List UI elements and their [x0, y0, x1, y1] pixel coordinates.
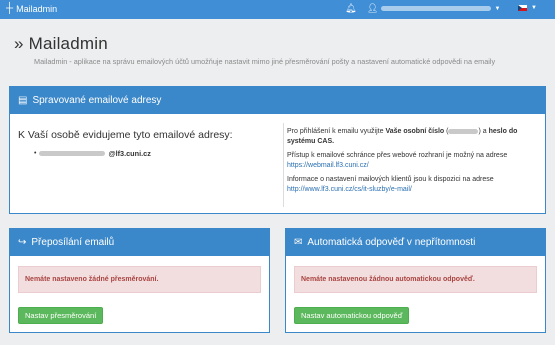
redacted-user-name — [381, 6, 492, 11]
info-column: Pro přihlášení k emailu využijte Vaše os… — [287, 127, 542, 199]
page-title: » Mailadmin — [14, 34, 108, 53]
forwarding-panel: ↪ Přeposílání emailů Nemáte nastaveno žá… — [9, 228, 270, 333]
redacted-email-user — [39, 151, 106, 156]
managed-addresses-panel: ▤ Spravované emailové adresy K Vaší osob… — [9, 86, 546, 214]
page-subtitle: Mailadmin - aplikace na správu emailovýc… — [34, 57, 496, 66]
chevron-down-icon: ▼ — [494, 5, 501, 12]
set-autoreply-button[interactable]: Nastav automatickou odpověď — [294, 307, 410, 324]
login-info: Pro přihlášení k emailu využijte Vaše os… — [287, 128, 518, 145]
panel-heading: ↪ Přeposílání emailů — [10, 229, 269, 256]
webmail-link[interactable]: https://webmail.lf3.cuni.cz/ — [287, 162, 369, 169]
panel-title: Spravované emailové adresy — [32, 95, 162, 106]
panel-title: Přeposílání emailů — [31, 237, 115, 248]
chevron-down-icon: ▼ — [531, 5, 537, 11]
column-divider — [283, 123, 284, 207]
set-forwarding-button[interactable]: Nastav přesměrování — [18, 307, 104, 324]
webmail-info: Přístup k emailové schránce přes webové … — [287, 152, 508, 169]
addresses-lead: K Vaší osobě evidujeme tyto emailové adr… — [18, 129, 233, 141]
top-navbar: ┼ Mailadmin 🔔︎ 👤︎ ▼ ▼ — [0, 0, 555, 19]
email-domain: @lf3.cuni.cz — [108, 149, 151, 158]
autoreply-panel: ✉ Automatická odpověď v nepřítomnosti Ne… — [285, 228, 546, 333]
id-card-icon: ▤ — [18, 95, 28, 106]
brand-label: Mailadmin — [16, 4, 58, 14]
bell-icon[interactable]: 🔔︎ — [345, 3, 356, 14]
panel-heading: ▤ Spravované emailové adresy — [10, 87, 545, 114]
bullet-icon: • — [34, 150, 37, 157]
settings-info: Informace o nastavení mailových klientů … — [287, 176, 494, 193]
settings-link[interactable]: http://www.lf3.cuni.cz/cs/it-sluzby/e-ma… — [287, 186, 412, 193]
czech-flag-icon — [518, 5, 527, 11]
redacted-personal-number — [448, 128, 479, 134]
plus-icon: ┼ — [6, 3, 14, 14]
person-icon: 👤︎ — [367, 3, 379, 13]
panel-title: Automatická odpověď v nepřítomnosti — [307, 237, 476, 248]
share-arrow-icon: ↪ — [18, 237, 27, 248]
envelope-open-icon: ✉ — [294, 237, 303, 248]
language-menu[interactable]: ▼ — [518, 5, 537, 11]
panel-heading: ✉ Automatická odpověď v nepřítomnosti — [286, 229, 545, 256]
no-autoreply-alert: Nemáte nastavenou žádnou automatickou od… — [294, 266, 537, 293]
email-list-item: • @lf3.cuni.cz — [34, 149, 283, 158]
no-forwarding-alert: Nemáte nastaveno žádné přesměrování. — [18, 266, 261, 293]
user-menu[interactable]: 👤︎ ▼ — [367, 3, 500, 14]
brand-link[interactable]: ┼ Mailadmin — [6, 3, 57, 15]
